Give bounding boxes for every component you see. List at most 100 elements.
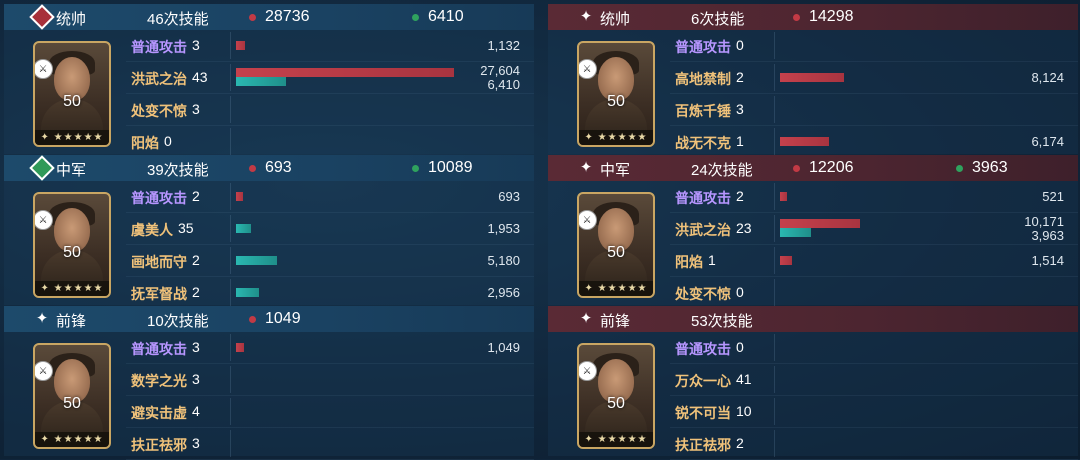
skill-times: 2 xyxy=(736,435,744,451)
section-header: 中军 39次技能 693 10089 xyxy=(4,155,534,181)
skill-times: 3 xyxy=(736,101,744,117)
divider xyxy=(774,247,775,274)
skill-times: 1 xyxy=(708,252,716,268)
damage-value: 521 xyxy=(1042,189,1064,204)
star-rating-icon: ✦ ★★★★★ xyxy=(35,130,109,145)
section-header: ✦ 统帅 6次技能 14298 xyxy=(548,4,1078,30)
total-heal-value: 10089 xyxy=(428,159,473,176)
skill-name: 锐不可当 xyxy=(675,405,731,421)
heal-bar xyxy=(236,256,277,265)
total-damage-value: 14298 xyxy=(809,8,854,25)
general-portrait[interactable]: ⚔ 50 ✦ ★★★★★ xyxy=(577,41,655,147)
divider xyxy=(774,128,775,155)
skill-name: 万众一心 xyxy=(675,373,731,389)
skill-name: 普通攻击 xyxy=(131,39,187,55)
damage-bar xyxy=(780,256,792,265)
skill-row: 处变不惊 3 xyxy=(126,94,534,126)
skill-times: 3 xyxy=(192,37,200,53)
skill-row: 普通攻击 3 1,049 xyxy=(126,332,534,364)
general-portrait[interactable]: ⚔ 50 ✦ ★★★★★ xyxy=(33,192,111,298)
divider xyxy=(774,366,775,393)
section-header: ✦ 前锋 10次技能 1049 xyxy=(4,306,534,332)
skill-row: 虞美人 35 1,953 xyxy=(126,213,534,245)
role-name: 前锋 xyxy=(56,313,87,330)
role-name: 中军 xyxy=(600,162,631,179)
general-section-right-0: ✦ 统帅 6次技能 14298 ⚔ 50 ✦ ★★★★★ 普通攻击 0 高地禁制 2 8,124 百炼千… xyxy=(548,4,1078,158)
skill-row: 阳焰 1 1,514 xyxy=(670,245,1078,277)
skill-name: 虞美人 xyxy=(131,222,173,238)
skill-name: 抚军督战 xyxy=(131,286,187,302)
skill-times: 23 xyxy=(736,220,752,236)
divider xyxy=(230,96,231,123)
general-level: 50 xyxy=(63,244,81,261)
heal-bar xyxy=(236,77,287,86)
damage-dot-icon xyxy=(249,315,256,323)
total-heal: 3963 xyxy=(956,159,1008,177)
skill-name: 洪武之治 xyxy=(131,71,187,87)
section-body: ⚔ 50 ✦ ★★★★★ 普通攻击 2 693 虞美人 35 1,953 画地而守 2 5,180 抚军… xyxy=(4,181,534,309)
divider xyxy=(230,183,231,210)
skill-name: 处变不惊 xyxy=(131,103,187,119)
section-header: ✦ 中军 24次技能 12206 3963 xyxy=(548,155,1078,181)
total-damage: 693 xyxy=(249,159,292,177)
heal-value: 5,180 xyxy=(487,253,520,268)
skill-list: 普通攻击 2 521 洪武之治 23 10,171 3,963 阳焰 1 1,514 处变不惊 0 xyxy=(670,181,1078,309)
heal-dot-icon xyxy=(412,13,419,21)
section-header: 统帅 46次技能 28736 6410 xyxy=(4,4,534,30)
skill-count: 39次技能 xyxy=(147,162,209,179)
damage-value: 6,174 xyxy=(1031,134,1064,149)
skill-times: 0 xyxy=(736,284,744,300)
damage-bar xyxy=(780,137,829,146)
damage-value: 1,049 xyxy=(487,340,520,355)
unit-type-icon: ⚔ xyxy=(579,361,597,381)
general-portrait[interactable]: ⚔ 50 ✦ ★★★★★ xyxy=(577,343,655,449)
section-body: ⚔ 50 ✦ ★★★★★ 普通攻击 2 521 洪武之治 23 10,171 3,963 阳焰 1 1,… xyxy=(548,181,1078,309)
damage-bar xyxy=(236,41,245,50)
sparkle-icon: ✦ xyxy=(579,310,593,327)
skill-count: 53次技能 xyxy=(691,313,753,330)
divider xyxy=(774,32,775,59)
section-body: ⚔ 50 ✦ ★★★★★ 普通攻击 3 1,132 洪武之治 43 27,604 6,410 处变不… xyxy=(4,30,534,158)
general-level: 50 xyxy=(63,395,81,412)
damage-dot-icon xyxy=(793,164,800,172)
skill-list: 普通攻击 0 万众一心 41 锐不可当 10 扶正祛邪 2 xyxy=(670,332,1078,460)
total-damage-value: 28736 xyxy=(265,8,310,25)
general-section-right-2: ✦ 前锋 53次技能 ⚔ 50 ✦ ★★★★★ 普通攻击 0 万众一心 41 锐不可当 10 扶正祛邪 2 xyxy=(548,306,1078,460)
divider xyxy=(230,215,231,242)
general-portrait[interactable]: ⚔ 50 ✦ ★★★★★ xyxy=(33,343,111,449)
unit-type-icon: ⚔ xyxy=(579,210,597,230)
general-portrait[interactable]: ⚔ 50 ✦ ★★★★★ xyxy=(577,192,655,298)
total-damage-value: 693 xyxy=(265,159,292,176)
skill-count: 6次技能 xyxy=(691,11,745,28)
damage-bar xyxy=(780,73,845,82)
skill-row: 阳焰 0 xyxy=(126,126,534,158)
skill-list: 普通攻击 0 高地禁制 2 8,124 百炼千锤 3 战无不克 1 6,174 xyxy=(670,30,1078,158)
skill-times: 0 xyxy=(736,339,744,355)
total-damage: 12206 xyxy=(793,159,854,177)
general-level: 50 xyxy=(607,93,625,110)
skill-name: 普通攻击 xyxy=(675,190,731,206)
skill-row: 数学之光 3 xyxy=(126,364,534,396)
star-rating-icon: ✦ ★★★★★ xyxy=(579,130,653,145)
heal-value: 3,963 xyxy=(1031,228,1064,243)
divider xyxy=(230,64,231,91)
skill-row: 扶正祛邪 2 xyxy=(670,428,1078,460)
heal-dot-icon xyxy=(956,164,963,172)
role-name: 中军 xyxy=(56,162,87,179)
heal-value: 1,953 xyxy=(487,221,520,236)
damage-value: 10,171 xyxy=(1024,214,1064,229)
general-level: 50 xyxy=(607,244,625,261)
skill-times: 3 xyxy=(192,371,200,387)
total-heal: 6410 xyxy=(412,8,464,26)
skill-times: 2 xyxy=(192,252,200,268)
skill-row: 战无不克 1 6,174 xyxy=(670,126,1078,158)
divider xyxy=(774,64,775,91)
unit-type-icon: ⚔ xyxy=(35,361,53,381)
skill-count: 46次技能 xyxy=(147,11,209,28)
general-portrait[interactable]: ⚔ 50 ✦ ★★★★★ xyxy=(33,41,111,147)
unit-type-icon: ⚔ xyxy=(35,59,53,79)
divider xyxy=(774,430,775,457)
divider xyxy=(774,215,775,242)
skill-count: 24次技能 xyxy=(691,162,753,179)
skill-name: 避实击虚 xyxy=(131,405,187,421)
